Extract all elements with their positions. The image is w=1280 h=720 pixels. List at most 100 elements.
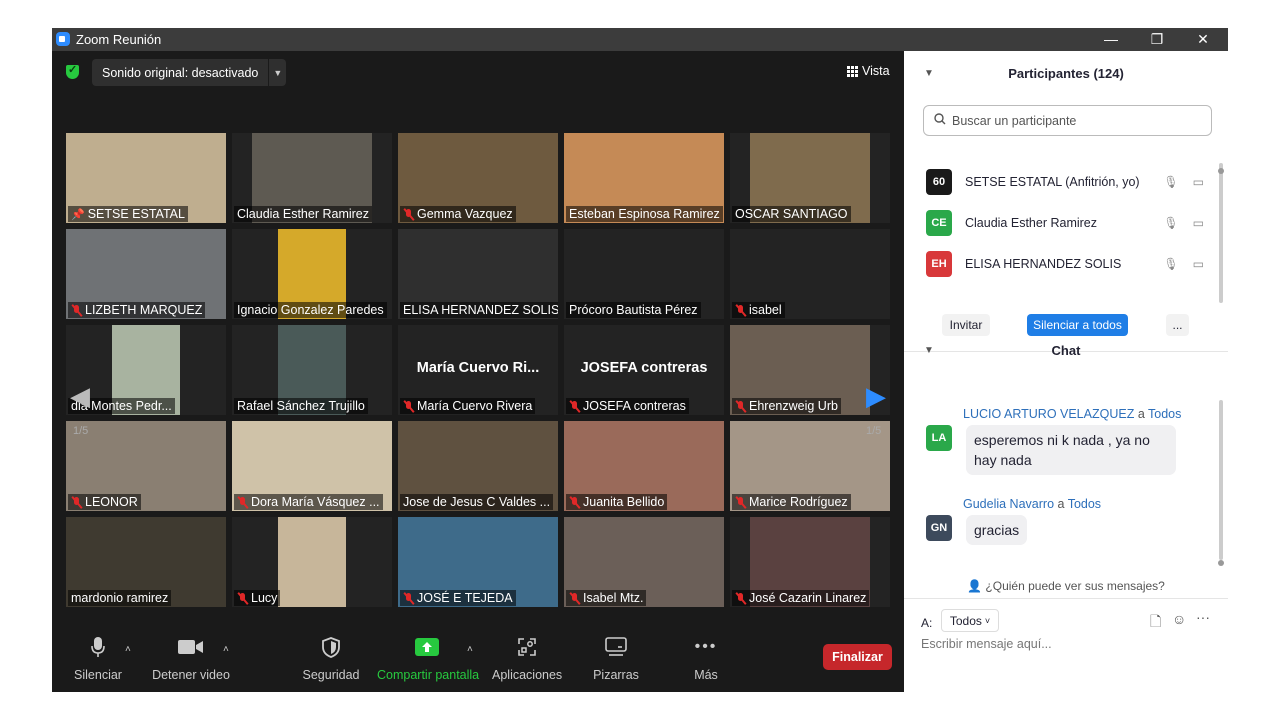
who-can-see-row[interactable]: 👤 ¿Quién puede ver sus mensajes? bbox=[904, 579, 1228, 593]
muted-microphone-icon bbox=[237, 496, 248, 509]
audio-options-chevron-icon[interactable]: ˄ bbox=[125, 644, 131, 655]
avatar: EH bbox=[926, 251, 952, 277]
original-sound-control[interactable]: Sonido original: desactivado ▼ bbox=[92, 59, 287, 86]
microphone-icon: 🎙 bbox=[1163, 175, 1179, 189]
chat-scrollbar[interactable] bbox=[1219, 400, 1223, 560]
share-screen-icon bbox=[377, 632, 477, 662]
participant-list-name: ELISA HERNANDEZ SOLIS bbox=[965, 257, 1122, 271]
participants-more-button[interactable]: ... bbox=[1166, 314, 1189, 336]
stop-video-button[interactable]: Detener video bbox=[148, 632, 234, 682]
emoji-icon[interactable]: ☺ bbox=[1172, 611, 1186, 627]
end-meeting-button[interactable]: Finalizar bbox=[823, 644, 892, 670]
scroll-up-handle[interactable] bbox=[1218, 168, 1224, 174]
avatar: 60 bbox=[926, 169, 952, 195]
participant-list-item[interactable]: CE Claudia Esther Ramirez 🎙 ▭ bbox=[926, 210, 1216, 236]
restore-button[interactable]: ❐ bbox=[1134, 29, 1180, 50]
participant-tile[interactable]: Dora María Vásquez ... bbox=[232, 421, 392, 511]
participant-tile[interactable]: JOSÉ E TEJEDA bbox=[398, 517, 558, 607]
muted-microphone-icon bbox=[735, 304, 746, 317]
participant-tile[interactable]: ELISA HERNANDEZ SOLIS bbox=[398, 229, 558, 319]
participant-name-label: JOSEFA contreras bbox=[566, 398, 689, 414]
chat-to-word: a bbox=[1134, 407, 1149, 421]
participant-tile[interactable]: Rafael Sánchez Trujillo bbox=[232, 325, 392, 415]
participant-tile[interactable]: JOSEFA contreras JOSEFA contreras bbox=[564, 325, 724, 415]
participant-name-label: Marice Rodríguez bbox=[732, 494, 851, 510]
search-placeholder: Buscar un participante bbox=[952, 113, 1077, 128]
chat-sender: LUCIO ARTURO VELAZQUEZ bbox=[963, 407, 1135, 421]
page-indicator-right: 1/5 bbox=[866, 425, 882, 437]
chat-recipient: Todos bbox=[1148, 407, 1182, 421]
participant-tile[interactable]: LIZBETH MARQUEZ bbox=[66, 229, 226, 319]
view-button[interactable]: Vista bbox=[847, 64, 890, 78]
participant-name-label: Lucy bbox=[234, 590, 281, 606]
whiteboards-button[interactable]: Pizarras bbox=[590, 632, 642, 682]
participant-status-icons: 🎙 ▭ bbox=[1163, 257, 1204, 271]
participant-name: María Cuervo Rivera bbox=[417, 399, 533, 413]
participant-name-label: Juanita Bellido bbox=[566, 494, 668, 510]
chat-more-icon[interactable]: ··· bbox=[1196, 609, 1210, 625]
avatar: GN bbox=[926, 515, 952, 541]
apps-button[interactable]: Aplicaciones bbox=[492, 632, 562, 682]
share-screen-button[interactable]: Compartir pantalla bbox=[377, 632, 480, 682]
chat-message-input[interactable]: Escribir mensaje aquí... bbox=[921, 637, 1052, 651]
participant-name: Rafael Sánchez Trujillo bbox=[237, 399, 365, 413]
participant-name-label: Gemma Vazquez bbox=[400, 206, 516, 222]
participant-tile[interactable]: José Cazarin Linarez bbox=[730, 517, 890, 607]
participant-name: Gemma Vazquez bbox=[417, 207, 513, 221]
video-options-chevron-icon[interactable]: ˄ bbox=[223, 644, 229, 655]
chevron-down-icon[interactable]: ▼ bbox=[268, 59, 286, 86]
participant-tile[interactable]: María Cuervo Ri... María Cuervo Rivera bbox=[398, 325, 558, 415]
mute-label: Silenciar bbox=[74, 668, 122, 682]
participant-tile[interactable]: mardonio ramirez bbox=[66, 517, 226, 607]
window-title: Zoom Reunión bbox=[76, 32, 162, 47]
participants-scrollbar[interactable] bbox=[1219, 163, 1223, 303]
participant-name: Prócoro Bautista Pérez bbox=[569, 303, 698, 317]
muted-microphone-icon bbox=[569, 592, 580, 605]
participant-tile[interactable]: Jose de Jesus C Valdes ... bbox=[398, 421, 558, 511]
participant-tile[interactable]: Isabel Mtz. bbox=[564, 517, 724, 607]
participant-name: mardonio ramirez bbox=[71, 591, 169, 605]
participant-tile[interactable]: Esteban Espinosa Ramirez bbox=[564, 133, 724, 223]
participant-tile[interactable]: Lucy bbox=[232, 517, 392, 607]
invite-button[interactable]: Invitar bbox=[942, 314, 990, 336]
participant-tile[interactable]: Juanita Bellido bbox=[564, 421, 724, 511]
participant-tile[interactable]: 📌 SETSE ESTATAL bbox=[66, 133, 226, 223]
encryption-shield-icon[interactable] bbox=[66, 63, 79, 79]
zoom-logo-icon bbox=[56, 32, 70, 46]
participant-name-label: mardonio ramirez bbox=[68, 590, 172, 606]
participant-name: isabel bbox=[749, 303, 782, 317]
scroll-down-handle[interactable] bbox=[1218, 560, 1224, 566]
participant-tile[interactable]: OSCAR SANTIAGO bbox=[730, 133, 890, 223]
participant-tile[interactable]: Prócoro Bautista Pérez bbox=[564, 229, 724, 319]
participant-tile[interactable]: isabel bbox=[730, 229, 890, 319]
participant-name-label: Esteban Espinosa Ramirez bbox=[566, 206, 723, 222]
previous-page-icon[interactable]: ◀ bbox=[70, 381, 90, 412]
participant-tile[interactable]: LEONOR bbox=[66, 421, 226, 511]
participant-name-label: Dora María Vásquez ... bbox=[234, 494, 383, 510]
participant-name: Lucy bbox=[251, 591, 278, 605]
participant-tile[interactable]: Ignacio Gonzalez Paredes bbox=[232, 229, 392, 319]
participant-tile[interactable]: Claudia Esther Ramirez bbox=[232, 133, 392, 223]
participant-search-input[interactable]: Buscar un participante bbox=[923, 105, 1212, 136]
mute-all-button[interactable]: Silenciar a todos bbox=[1027, 314, 1128, 336]
participant-list-item[interactable]: EH ELISA HERNANDEZ SOLIS 🎙 ▭ bbox=[926, 251, 1216, 277]
more-button[interactable]: ••• Más bbox=[686, 632, 726, 682]
original-sound-label[interactable]: Sonido original: desactivado bbox=[92, 66, 268, 80]
share-screen-label: Compartir pantalla bbox=[377, 668, 480, 682]
share-options-chevron-icon[interactable]: ˄ bbox=[467, 644, 473, 655]
grid-view-icon bbox=[847, 65, 858, 77]
minimize-button[interactable]: — bbox=[1088, 29, 1134, 50]
close-button[interactable]: ✕ bbox=[1180, 29, 1226, 50]
security-button[interactable]: Seguridad bbox=[300, 632, 362, 682]
recipient-select[interactable]: Todos ˅ bbox=[941, 609, 999, 632]
participant-tile[interactable]: Gemma Vazquez bbox=[398, 133, 558, 223]
file-icon[interactable]: 🗋 bbox=[1150, 611, 1161, 635]
muted-microphone-icon bbox=[71, 496, 82, 509]
participant-name-label: JOSÉ E TEJEDA bbox=[400, 590, 516, 606]
participant-tile[interactable]: dia Montes Pedr... bbox=[66, 325, 226, 415]
mute-button[interactable]: Silenciar bbox=[70, 632, 126, 682]
participant-list-item[interactable]: 60 SETSE ESTATAL (Anfitrión, yo) 🎙 ▭ bbox=[926, 169, 1216, 195]
who-can-see-label: ¿Quién puede ver sus mensajes? bbox=[985, 579, 1165, 593]
muted-microphone-icon bbox=[71, 304, 82, 317]
next-page-icon[interactable]: ▶ bbox=[866, 381, 886, 412]
